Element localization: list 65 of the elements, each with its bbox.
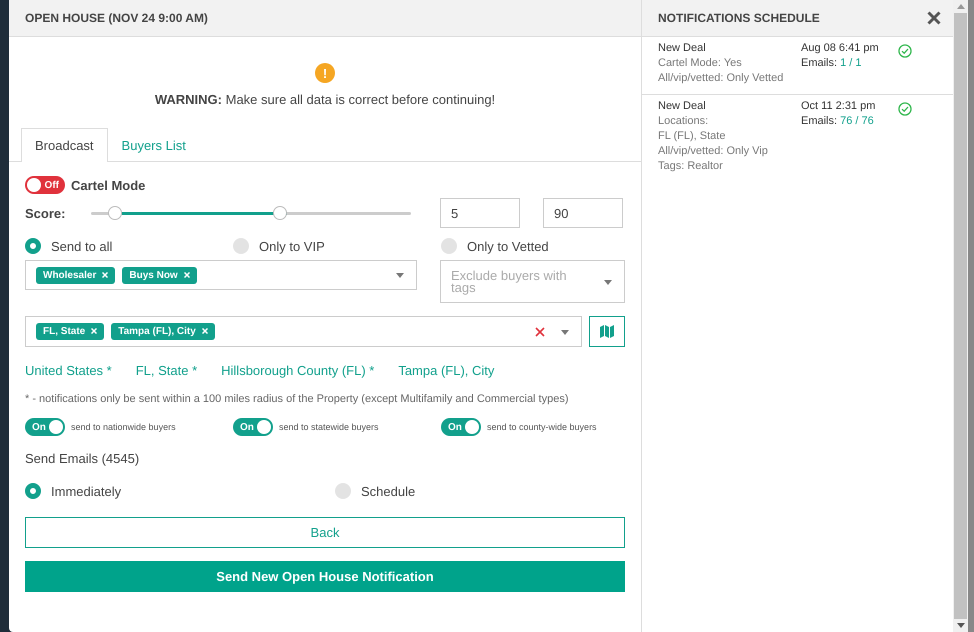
notification-detail: Locations: bbox=[658, 115, 710, 127]
clear-icon[interactable] bbox=[535, 327, 546, 337]
timing-radio[interactable]: Schedule bbox=[335, 483, 625, 499]
slider-thumb[interactable] bbox=[108, 206, 122, 220]
timing-radio[interactable]: Immediately bbox=[25, 483, 335, 499]
location-select[interactable]: FL, State Tampa (FL), City bbox=[25, 316, 582, 347]
buyer-tags-select[interactable]: Wholesaler Buys Now bbox=[25, 260, 417, 290]
map-icon[interactable] bbox=[600, 325, 614, 338]
score-label: Score: bbox=[25, 206, 66, 220]
notification-detail: All/vip/vetted: Only Vetted bbox=[658, 72, 784, 84]
tag-chip[interactable]: Buys Now bbox=[122, 266, 197, 284]
exclude-tags-select[interactable]: Exclude buyers with tags bbox=[440, 260, 625, 303]
radius-note: * - notifications only be sent within a 100 miles radius of the Property (except Multifamily and Commercial types) bbox=[25, 393, 570, 405]
remove-icon[interactable] bbox=[184, 272, 190, 278]
warning-text: WARNING: Make sure all data is correct before continuing! bbox=[154, 92, 496, 107]
location-link[interactable]: United States * bbox=[25, 363, 112, 378]
tag-chip[interactable]: Wholesaler bbox=[36, 266, 116, 284]
max-score-field[interactable]: 90 bbox=[543, 198, 623, 228]
location-link[interactable]: FL, State * bbox=[136, 363, 198, 378]
close-icon[interactable] bbox=[927, 11, 941, 25]
remove-icon[interactable] bbox=[91, 328, 98, 334]
modal-title: OPEN HOUSE (NOV 24 9:00 AM) bbox=[25, 11, 208, 25]
send-emails-label: Send Emails (4545) bbox=[25, 451, 140, 466]
caret-icon[interactable] bbox=[396, 273, 404, 278]
toggle-label: send to county-wide buyers bbox=[487, 422, 597, 432]
caret-icon[interactable] bbox=[561, 330, 570, 334]
back-button[interactable]: Back bbox=[25, 517, 625, 548]
toggle-label: send to nationwide buyers bbox=[71, 422, 176, 432]
map-button[interactable] bbox=[589, 316, 625, 347]
remove-icon[interactable] bbox=[102, 272, 108, 278]
toggle-label: send to statewide buyers bbox=[279, 422, 379, 432]
location-link[interactable]: Tampa (FL), City bbox=[398, 363, 494, 378]
notification-detail: Tags: Realtor bbox=[658, 160, 724, 172]
emails-count: Emails: 1 / 1 bbox=[801, 57, 863, 69]
scope-toggle[interactable]: On bbox=[441, 418, 481, 436]
notification-detail: FL (FL), State bbox=[658, 130, 726, 142]
min-score-field[interactable]: 5 bbox=[440, 198, 520, 228]
scrollbar[interactable] bbox=[953, 0, 968, 632]
panel-title: NOTIFICATIONS SCHEDULE bbox=[658, 11, 820, 25]
caret-icon[interactable] bbox=[604, 280, 612, 284]
scroll-up-icon[interactable] bbox=[956, 4, 964, 9]
scope-toggle[interactable]: On bbox=[25, 418, 65, 436]
audience-radio[interactable]: Only to Vetted bbox=[441, 238, 625, 254]
notification-date: Oct 11 2:31 pm bbox=[801, 100, 876, 112]
notification-title: New Deal bbox=[658, 42, 707, 54]
audience-radio[interactable]: Only to VIP bbox=[233, 238, 441, 254]
scope-toggle[interactable]: On bbox=[233, 418, 273, 436]
location-chip[interactable]: Tampa (FL), City bbox=[111, 323, 215, 340]
emails-count: Emails: 76 / 76 bbox=[801, 115, 875, 127]
notification-detail: Cartel Mode: Yes bbox=[658, 57, 743, 69]
cartel-mode-label: Cartel Mode bbox=[71, 178, 146, 192]
tab[interactable]: Buyers List bbox=[108, 128, 200, 162]
location-chip[interactable]: FL, State bbox=[36, 323, 104, 340]
notification-title: New Deal bbox=[658, 100, 707, 112]
scroll-down-icon[interactable] bbox=[956, 623, 964, 628]
tab[interactable]: Broadcast bbox=[21, 128, 108, 162]
remove-icon[interactable] bbox=[202, 328, 208, 334]
location-link[interactable]: Hillsborough County (FL) * bbox=[221, 363, 374, 378]
notification-detail: All/vip/vetted: Only Vip bbox=[658, 145, 769, 157]
slider-thumb[interactable] bbox=[273, 206, 288, 220]
notification-date: Aug 08 6:41 pm bbox=[801, 42, 880, 54]
cartel-mode-toggle[interactable]: Off bbox=[25, 176, 65, 194]
warning-icon: ! bbox=[315, 63, 335, 83]
audience-radio[interactable]: Send to all bbox=[25, 238, 233, 254]
send-notification-button[interactable]: Send New Open House Notification bbox=[25, 561, 625, 592]
